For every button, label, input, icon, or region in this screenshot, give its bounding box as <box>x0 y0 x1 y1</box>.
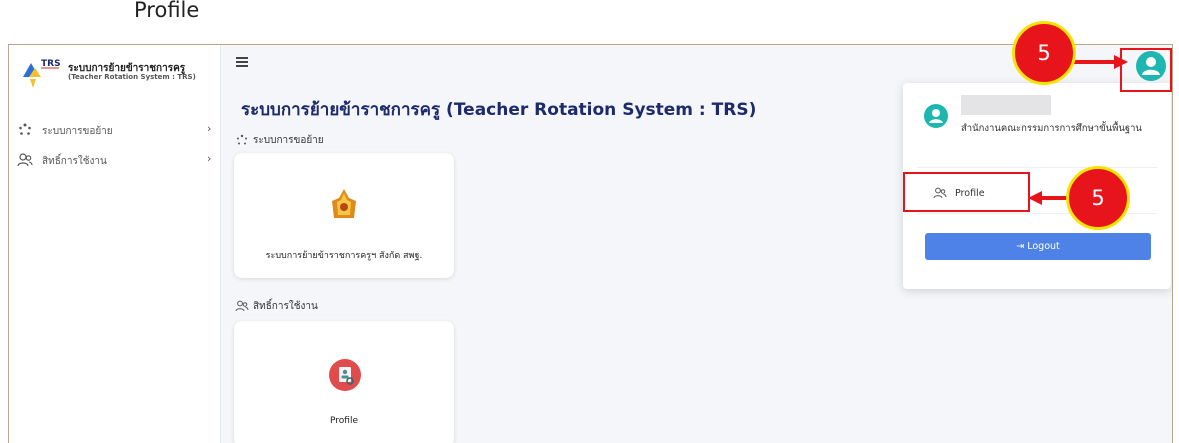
brand[interactable]: TRS ระบบการย้ายข้าราชการครู (Teacher Rot… <box>19 55 219 91</box>
section-title-label: ระบบการขอย้าย <box>253 135 324 146</box>
sidebar-item-permissions[interactable]: สิทธิ์การใช้งาน › <box>17 151 217 171</box>
page-title: ระบบการย้ายข้าราชการครู (Teacher Rotatio… <box>241 100 757 120</box>
card-label: ระบบการย้ายข้าราชการครูฯ สังกัด สพฐ. <box>265 251 423 261</box>
chevron-right-icon: › <box>207 152 212 165</box>
profile-card[interactable]: Profile <box>234 321 454 443</box>
annotation-arrow-right-icon <box>1072 55 1128 69</box>
sidebar: TRS ระบบการย้ายข้าราชการครู (Teacher Rot… <box>9 45 221 443</box>
brand-subtitle: (Teacher Rotation System : TRS) <box>68 73 196 81</box>
trs-logo-icon: TRS <box>23 59 61 88</box>
section-title-permissions: สิทธิ์การใช้งาน <box>235 299 318 314</box>
users-icon <box>17 153 33 167</box>
obec-emblem-icon <box>332 189 356 218</box>
spinner-icon <box>19 123 31 135</box>
logout-label: Logout <box>1027 241 1060 252</box>
document-heading: Profile <box>134 0 200 22</box>
user-avatar-icon <box>924 104 948 128</box>
chevron-right-icon: › <box>207 122 212 135</box>
app-window: TRS ระบบการย้ายข้าราชการครู (Teacher Rot… <box>8 44 1173 443</box>
transfer-system-card[interactable]: ระบบการย้ายข้าราชการครูฯ สังกัด สพฐ. <box>234 153 454 278</box>
spinner-icon <box>237 134 247 145</box>
user-name-redacted <box>961 95 1051 115</box>
users-icon <box>235 300 249 312</box>
user-organization: สำนักงานคณะกรรมการการศึกษาขั้นพื้นฐาน <box>961 123 1142 134</box>
section-title-transfer: ระบบการขอย้าย <box>235 133 324 148</box>
section-title-label: สิทธิ์การใช้งาน <box>253 301 318 312</box>
menu-toggle-icon[interactable] <box>234 55 252 69</box>
card-label: Profile <box>330 416 358 426</box>
logout-icon: ⇥ <box>1016 241 1025 252</box>
divider <box>917 167 1157 168</box>
sidebar-item-label: สิทธิ์การใช้งาน <box>42 156 107 167</box>
step-badge-top: 5 <box>1012 21 1076 85</box>
step-badge-profile: 5 <box>1066 166 1130 230</box>
profile-card-icon <box>329 359 361 391</box>
logout-button[interactable]: ⇥ Logout <box>925 233 1151 260</box>
sidebar-item-label: ระบบการขอย้าย <box>42 126 113 137</box>
sidebar-item-transfer-request[interactable]: ระบบการขอย้าย › <box>17 121 217 141</box>
highlight-profile-box <box>903 172 1030 212</box>
